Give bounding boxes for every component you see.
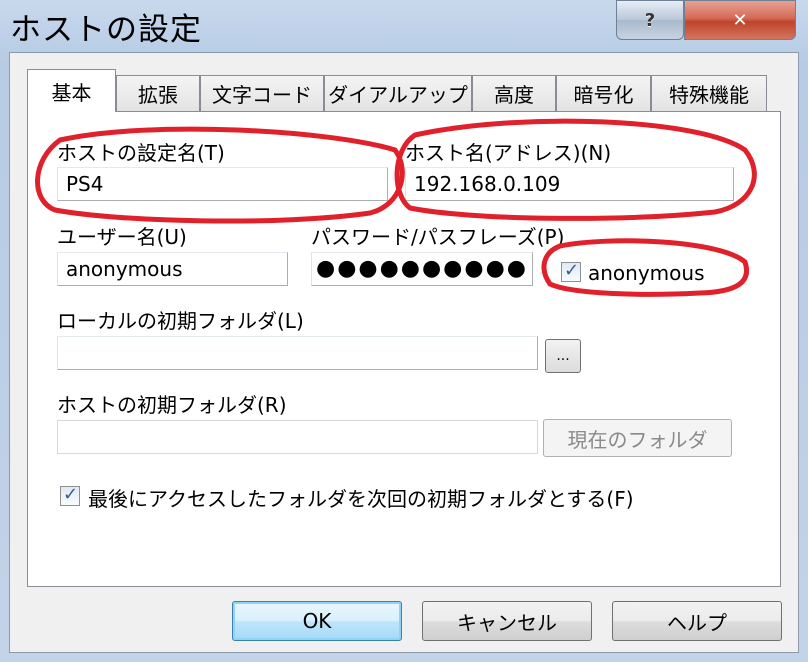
tab-advanced[interactable]: 高度: [472, 75, 556, 111]
help-title-button[interactable]: ?: [616, 0, 684, 40]
title-bar[interactable]: ホストの設定 ? ✕: [0, 0, 808, 52]
tab-encryption[interactable]: 暗号化: [556, 75, 651, 111]
close-button[interactable]: ✕: [684, 0, 796, 40]
help-button[interactable]: ヘルプ: [612, 601, 782, 641]
question-icon: ?: [644, 9, 656, 31]
host-folder-label: ホストの初期フォルダ(R): [57, 393, 287, 417]
dialog-window: ホストの設定 ? ✕ 基本 拡張 文字コード ダイアルアップ 高度 暗号化 特殊…: [0, 0, 808, 662]
browse-button[interactable]: ...: [545, 339, 581, 373]
tab-dialup[interactable]: ダイアルアップ: [324, 75, 472, 111]
tab-extended[interactable]: 拡張: [116, 75, 200, 111]
host-folder-input[interactable]: [57, 420, 538, 454]
check-icon: ✓: [63, 484, 79, 505]
tab-charset[interactable]: 文字コード: [200, 75, 324, 111]
host-setting-name-label: ホストの設定名(T): [57, 141, 225, 165]
last-folder-checkbox[interactable]: ✓: [60, 484, 80, 506]
tab-special[interactable]: 特殊機能: [651, 75, 767, 111]
host-name-label: ホスト名(アドレス)(N): [405, 141, 612, 165]
password-label: パスワード/パスフレーズ(P): [311, 225, 565, 249]
username-label: ユーザー名(U): [57, 225, 187, 249]
cancel-button[interactable]: キャンセル: [422, 601, 592, 641]
host-name-input[interactable]: 192.168.0.109: [405, 167, 734, 201]
anonymous-label: anonymous: [588, 261, 705, 285]
close-icon: ✕: [732, 9, 748, 31]
username-input[interactable]: anonymous: [57, 252, 288, 286]
check-icon: ✓: [564, 260, 580, 281]
window-title: ホストの設定: [10, 12, 202, 48]
anonymous-checkbox[interactable]: ✓: [561, 260, 581, 282]
current-folder-button[interactable]: 現在のフォルダ: [543, 419, 732, 457]
dialog-client: 基本 拡張 文字コード ダイアルアップ 高度 暗号化 特殊機能 ホストの設定名(…: [9, 52, 799, 653]
local-folder-label: ローカルの初期フォルダ(L): [57, 309, 304, 333]
host-setting-name-input[interactable]: PS4: [57, 167, 388, 201]
ok-button[interactable]: OK: [232, 601, 402, 641]
last-folder-label: 最後にアクセスしたフォルダを次回の初期フォルダとする(F): [88, 487, 634, 511]
password-input[interactable]: ●●●●●●●●●●: [311, 252, 533, 286]
tab-basic[interactable]: 基本: [27, 69, 116, 112]
local-folder-input[interactable]: [57, 336, 538, 370]
